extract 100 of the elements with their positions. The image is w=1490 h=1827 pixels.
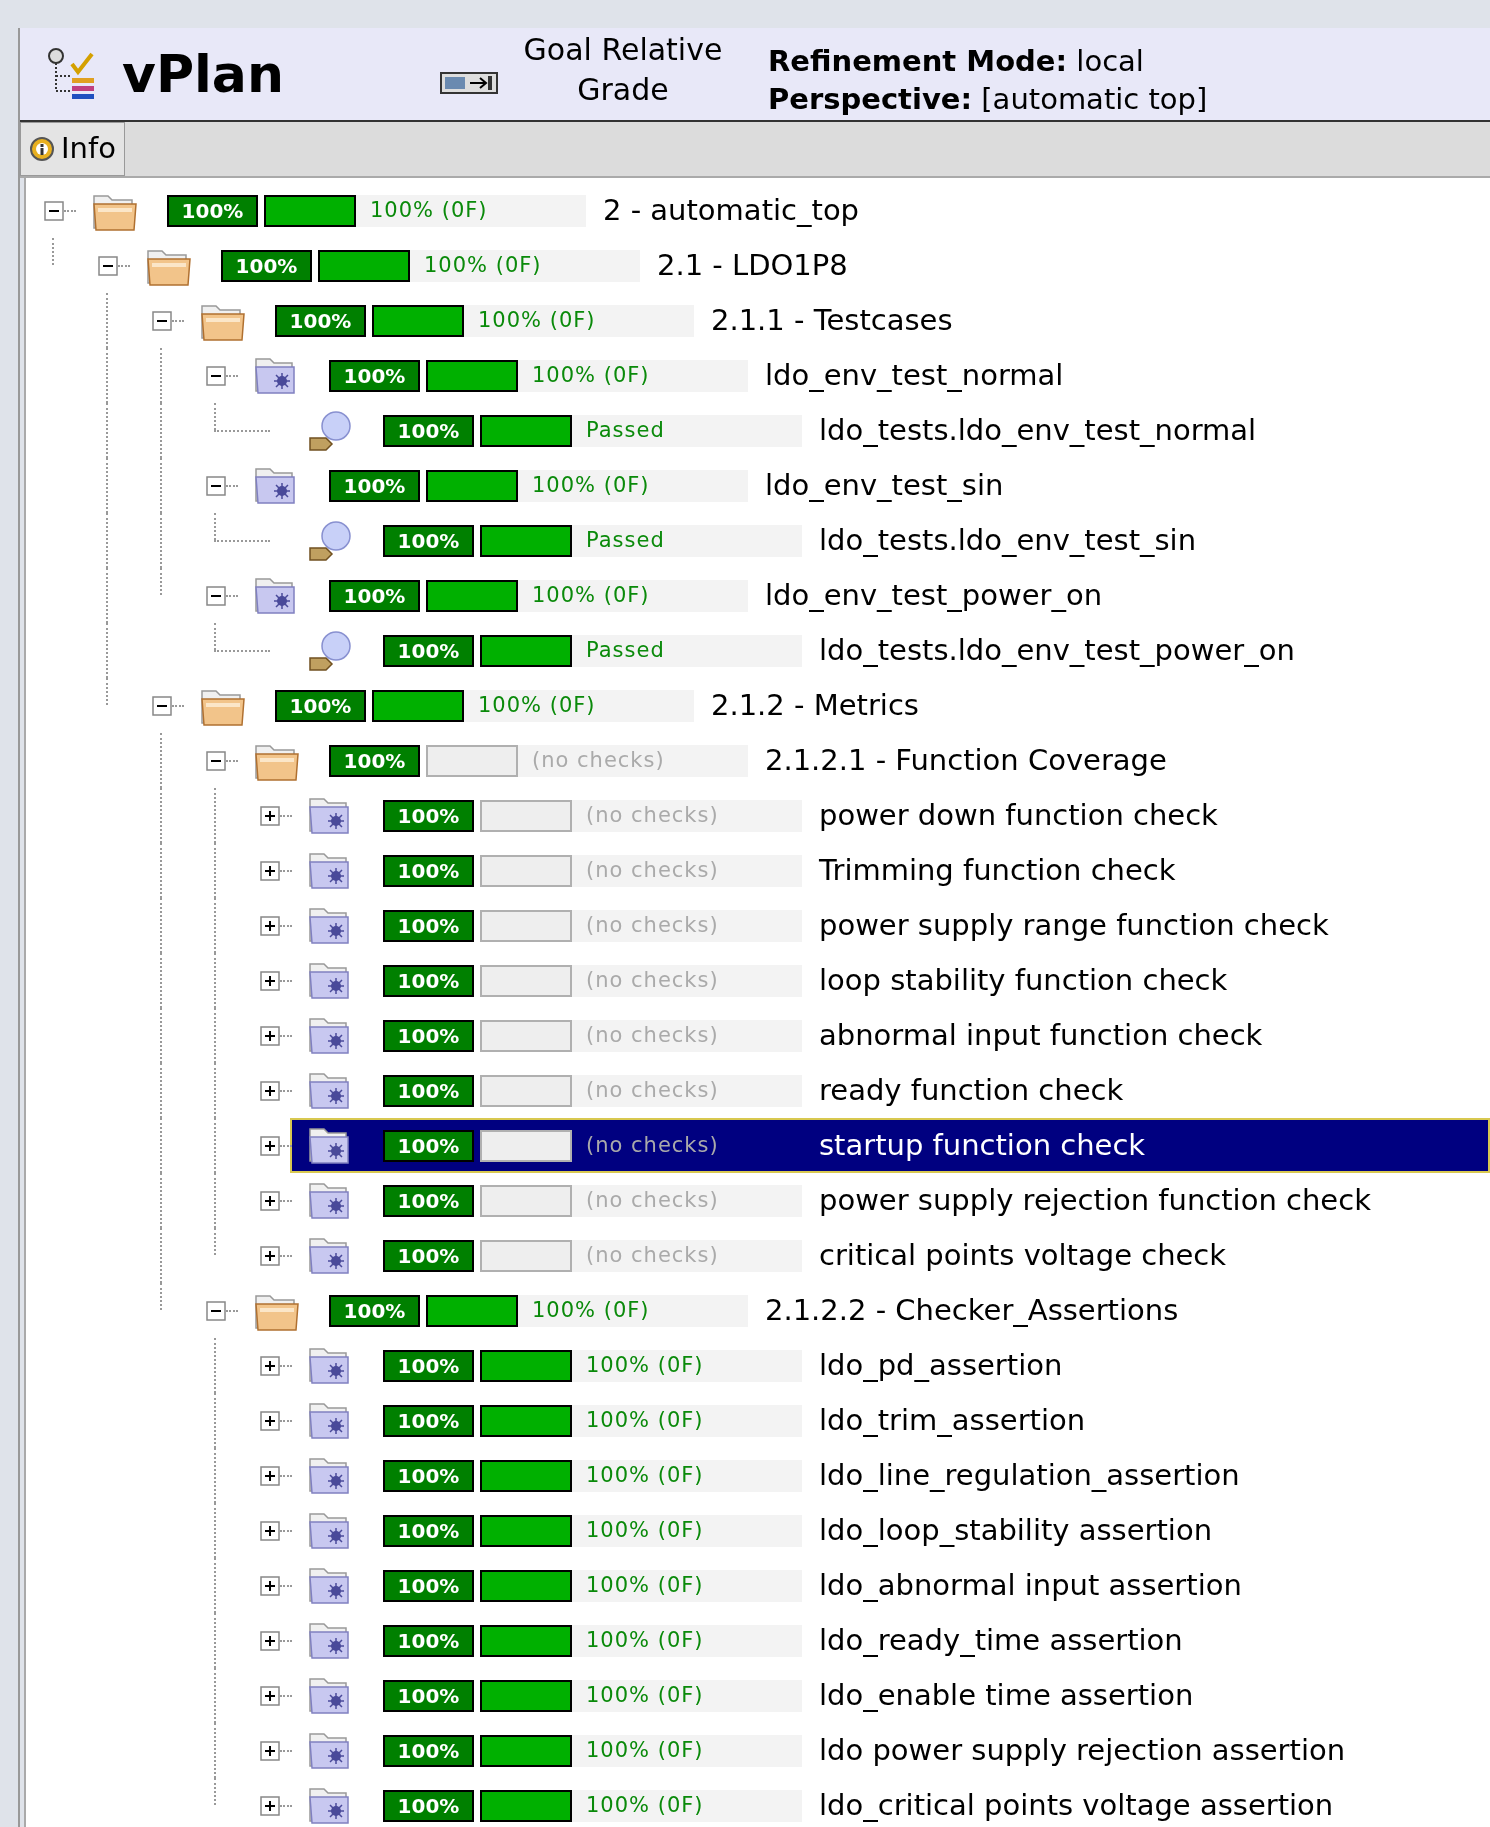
expand-icon[interactable]: [260, 1630, 280, 1651]
node-label: ldo_pd_assertion: [819, 1346, 1063, 1384]
status-text: 100% (0F): [464, 304, 694, 337]
expand-icon[interactable]: [260, 1025, 280, 1046]
expand-icon[interactable]: [260, 1080, 280, 1101]
status-text: 100% (0F): [572, 1514, 802, 1547]
grade-label: 100%: [383, 524, 474, 557]
status-text: 100% (0F): [518, 579, 748, 612]
tree-row[interactable]: 100% (no checks) startup function check: [290, 1118, 1490, 1173]
test-icon: [308, 629, 354, 672]
tree-row[interactable]: 100% 100% (0F) ldo_line_regulation_assertion: [290, 1448, 1490, 1503]
status-text: (no checks): [572, 1074, 802, 1107]
grade-label: 100%: [383, 1239, 474, 1272]
test-icon: [308, 519, 354, 562]
tree-row[interactable]: 100% 100% (0F) ldo_pd_assertion: [290, 1338, 1490, 1393]
tree-row[interactable]: 100% Passed ldo_tests.ldo_env_test_sin: [290, 513, 1490, 568]
panel-button-icon[interactable]: [440, 72, 498, 94]
tree-row[interactable]: 100% (no checks) power supply rejection function check: [290, 1173, 1490, 1228]
tree-row[interactable]: 100% 100% (0F) ldo_enable time assertion: [290, 1668, 1490, 1723]
status-text: (no checks): [518, 744, 748, 777]
collapse-icon[interactable]: [44, 200, 64, 221]
collapse-icon[interactable]: [152, 310, 172, 331]
info-tab[interactable]: Info: [20, 122, 125, 176]
expand-icon[interactable]: [260, 1520, 280, 1541]
collapse-icon[interactable]: [206, 475, 226, 496]
tree-row[interactable]: 100% 100% (0F) ldo_loop_stability assertion: [290, 1503, 1490, 1558]
grade-label: 100%: [383, 799, 474, 832]
tree-row[interactable]: 100% 100% (0F) ldo_env_test_normal: [236, 348, 1490, 403]
node-label: critical points voltage check: [819, 1236, 1227, 1274]
status-text: 100% (0F): [572, 1459, 802, 1492]
tree-row[interactable]: 100% (no checks) power down function check: [290, 788, 1490, 843]
grade-label: 100%: [383, 1404, 474, 1437]
grade-label: 100%: [329, 744, 420, 777]
tree-row[interactable]: 100% Passed ldo_tests.ldo_env_test_normal: [290, 403, 1490, 458]
grade-label: 100%: [383, 909, 474, 942]
property-line: Perspective: [automatic top]: [768, 82, 1208, 116]
tree-row[interactable]: 100% 100% (0F) ldo_abnormal input assertion: [290, 1558, 1490, 1613]
tree-row[interactable]: 100% 100% (0F) 2.1.1 - Testcases: [182, 293, 1490, 348]
collapse-icon[interactable]: [206, 750, 226, 771]
tree-row[interactable]: 100% (no checks) critical points voltage check: [290, 1228, 1490, 1283]
status-text: (no checks): [572, 1239, 802, 1272]
tree-row[interactable]: 100% 100% (0F) ldo_trim_assertion: [290, 1393, 1490, 1448]
grade-label: 100%: [383, 1734, 474, 1767]
expand-icon[interactable]: [260, 1245, 280, 1266]
node-label: 2.1.1 - Testcases: [711, 301, 953, 339]
status-text: (no checks): [572, 1184, 802, 1217]
expand-icon[interactable]: [260, 1685, 280, 1706]
node-label: ldo_env_test_power_on: [765, 576, 1103, 614]
expand-icon[interactable]: [260, 1190, 280, 1211]
tree-row[interactable]: 100% (no checks) loop stability function check: [290, 953, 1490, 1008]
collapse-icon[interactable]: [152, 695, 172, 716]
tree-row[interactable]: 100% 100% (0F) ldo_env_test_sin: [236, 458, 1490, 513]
tree-row[interactable]: 100% (no checks) ready function check: [290, 1063, 1490, 1118]
status-text: (no checks): [572, 1019, 802, 1052]
node-label: ldo_trim_assertion: [819, 1401, 1086, 1439]
node-label: ldo_enable time assertion: [819, 1676, 1194, 1714]
grade-label: 100%: [275, 689, 366, 722]
status-text: (no checks): [572, 909, 802, 942]
node-label: 2.1.2.1 - Function Coverage: [765, 741, 1167, 779]
grade-label: 100%: [383, 1569, 474, 1602]
tree-row[interactable]: 100% (no checks) 2.1.2.1 - Function Coverage: [236, 733, 1490, 788]
tree-row[interactable]: 100% 100% (0F) ldo_ready_time assertion: [290, 1613, 1490, 1668]
node-label: Trimming function check: [819, 851, 1176, 889]
node-label: ldo_env_test_sin: [765, 466, 1004, 504]
tree-row[interactable]: 100% 100% (0F) 2.1 - LDO1P8: [128, 238, 1490, 293]
expand-icon[interactable]: [260, 1135, 280, 1156]
expand-icon[interactable]: [260, 915, 280, 936]
grade-label: 100%: [275, 304, 366, 337]
tree-row[interactable]: 100% 100% (0F) 2 - automatic_top: [74, 183, 1490, 238]
expand-icon[interactable]: [260, 1355, 280, 1376]
node-label: ldo_loop_stability assertion: [819, 1511, 1213, 1549]
collapse-icon[interactable]: [206, 585, 226, 606]
tree-row[interactable]: 100% 100% (0F) ldo_env_test_power_on: [236, 568, 1490, 623]
tree-row[interactable]: 100% Passed ldo_tests.ldo_env_test_power_on: [290, 623, 1490, 678]
tree-row[interactable]: 100% 100% (0F) 2.1.2 - Metrics: [182, 678, 1490, 733]
node-label: ldo_ready_time assertion: [819, 1621, 1183, 1659]
node-label: 2.1.2.2 - Checker_Assertions: [765, 1291, 1179, 1329]
expand-icon[interactable]: [260, 805, 280, 826]
tree-row[interactable]: 100% 100% (0F) ldo_critical points voltage assertion: [290, 1778, 1490, 1827]
tree-row[interactable]: 100% 100% (0F) ldo power supply rejection assertion: [290, 1723, 1490, 1778]
expand-icon[interactable]: [260, 1410, 280, 1431]
tree-row[interactable]: 100% (no checks) abnormal input function check: [290, 1008, 1490, 1063]
tree-row[interactable]: 100% (no checks) Trimming function check: [290, 843, 1490, 898]
expand-icon[interactable]: [260, 860, 280, 881]
expand-icon[interactable]: [260, 1465, 280, 1486]
grade-label: 100%: [329, 469, 420, 502]
node-label: startup function check: [819, 1126, 1146, 1164]
collapse-icon[interactable]: [206, 365, 226, 386]
node-label: ldo_tests.ldo_env_test_normal: [819, 411, 1257, 449]
expand-icon[interactable]: [260, 1740, 280, 1761]
expand-icon[interactable]: [260, 970, 280, 991]
tree-row[interactable]: 100% 100% (0F) 2.1.2.2 - Checker_Assertions: [236, 1283, 1490, 1338]
expand-icon[interactable]: [260, 1575, 280, 1596]
grade-label: 100%: [383, 1459, 474, 1492]
grade-label: 100%: [383, 1184, 474, 1217]
tree-row[interactable]: 100% (no checks) power supply range function check: [290, 898, 1490, 953]
status-text: 100% (0F): [572, 1624, 802, 1657]
collapse-icon[interactable]: [98, 255, 118, 276]
collapse-icon[interactable]: [206, 1300, 226, 1321]
expand-icon[interactable]: [260, 1795, 280, 1816]
